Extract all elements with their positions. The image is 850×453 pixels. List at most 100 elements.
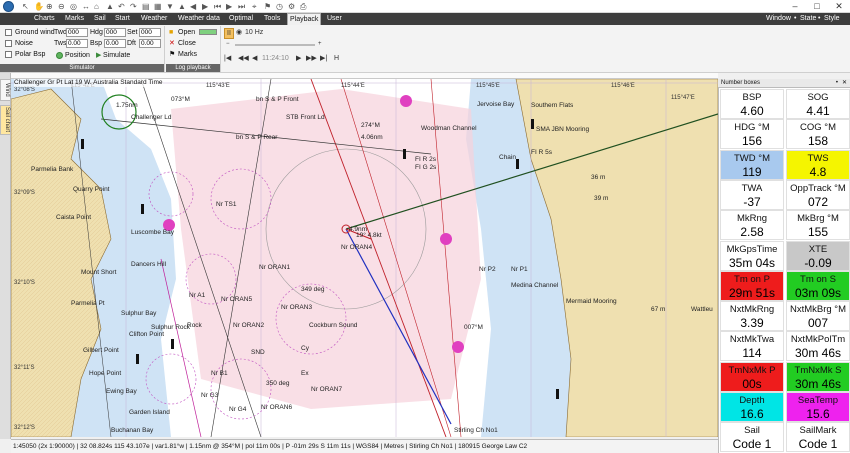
playback-slider[interactable]: [235, 44, 315, 46]
maximize-icon[interactable]: □: [806, 0, 828, 13]
menu-state-dropdown-icon[interactable]: •: [818, 13, 820, 25]
zoom-in-icon[interactable]: ⊕: [46, 1, 53, 12]
menu-weather-data[interactable]: Weather data: [176, 13, 222, 25]
menu-start[interactable]: Start: [113, 13, 132, 25]
panel-pin-icon[interactable]: •: [836, 79, 838, 88]
left-arrow-icon[interactable]: ◀: [190, 1, 196, 12]
open-button[interactable]: Open: [178, 28, 195, 37]
menu-charts[interactable]: Charts: [32, 13, 57, 25]
rate-icon[interactable]: ◉: [236, 28, 242, 37]
fast-forward-icon[interactable]: ▶▶: [306, 54, 317, 63]
flag-icon[interactable]: ⚑: [264, 1, 271, 12]
number-box[interactable]: SailMark Code 1: [786, 422, 850, 453]
mark-icon[interactable]: ▲: [106, 1, 114, 12]
noise-checkbox[interactable]: [5, 40, 12, 47]
up-arrow-icon[interactable]: ▲: [178, 1, 186, 12]
number-box[interactable]: MkBrg °M 155: [786, 210, 850, 241]
rate-value[interactable]: 10 Hz: [245, 28, 263, 37]
menu-optimal[interactable]: Optimal: [227, 13, 255, 25]
first-frame-icon[interactable]: |◀: [224, 54, 231, 63]
number-box[interactable]: TmNxMk S 30m 46s: [786, 361, 850, 392]
sail-chart-tab[interactable]: Sail chart: [0, 105, 11, 135]
number-box[interactable]: Sail Code 1: [720, 422, 784, 453]
number-box[interactable]: MkRng 2.58: [720, 210, 784, 241]
set-input[interactable]: [139, 28, 161, 37]
close-window-icon[interactable]: ✕: [828, 0, 850, 13]
menu-sail[interactable]: Sail: [92, 13, 108, 25]
simulate-label[interactable]: Simulate: [103, 51, 130, 60]
fast-icon[interactable]: +: [318, 40, 322, 49]
route-icon[interactable]: ⌂: [94, 1, 99, 12]
number-box[interactable]: NxtMkRng 3.39: [720, 301, 784, 332]
open-folder-icon[interactable]: ■: [169, 28, 173, 37]
step-back-icon[interactable]: ⏮: [214, 1, 221, 12]
polar-bsp-checkbox[interactable]: [5, 51, 12, 58]
layers-icon[interactable]: ▤: [142, 1, 150, 12]
print-icon[interactable]: ⎙: [300, 1, 306, 12]
number-box[interactable]: MkGpsTime 35m 04s: [720, 240, 784, 271]
ground-wind-checkbox[interactable]: [5, 29, 12, 36]
number-box[interactable]: COG °M 158: [786, 119, 850, 150]
menu-tools[interactable]: Tools: [262, 13, 282, 25]
wind-tab[interactable]: Wind: [0, 79, 11, 101]
step-forward-icon[interactable]: ⏭: [238, 1, 245, 12]
bsp-input[interactable]: [104, 39, 126, 48]
number-box[interactable]: NxtMkTwa 114: [720, 331, 784, 362]
pause-button[interactable]: II: [224, 28, 234, 39]
number-box[interactable]: SOG 4.41: [786, 89, 850, 119]
settings-icon[interactable]: ⚙: [288, 1, 295, 12]
minimize-icon[interactable]: –: [784, 0, 806, 13]
number-box[interactable]: BSP 4.60: [720, 89, 784, 119]
menu-style[interactable]: Style: [824, 13, 840, 25]
center-boat-icon[interactable]: ◎: [70, 1, 77, 12]
number-box[interactable]: TWA -37: [720, 179, 784, 210]
twd-input[interactable]: [66, 28, 88, 37]
slow-icon[interactable]: −: [226, 40, 230, 49]
hand-tool-icon[interactable]: ✋: [34, 1, 44, 12]
redo-icon[interactable]: ↷: [130, 1, 137, 12]
clock-icon[interactable]: ◷: [276, 1, 283, 12]
measure-icon[interactable]: ↔: [82, 1, 90, 12]
hdg-input[interactable]: [104, 28, 126, 37]
undo-icon[interactable]: ↶: [118, 1, 125, 12]
last-frame-icon[interactable]: ▶|: [320, 54, 327, 63]
marks-icon[interactable]: ⚑: [169, 50, 175, 59]
menu-user[interactable]: User: [325, 13, 344, 25]
number-box[interactable]: TWS 4.8: [786, 149, 850, 180]
target-icon[interactable]: ⌖: [252, 1, 257, 12]
right-arrow-icon[interactable]: ▶: [202, 1, 208, 12]
cursor-tool-icon[interactable]: ↖: [22, 1, 29, 12]
number-box[interactable]: Depth 16.6: [720, 392, 784, 422]
down-arrow-icon[interactable]: ▼: [166, 1, 174, 12]
rewind-icon[interactable]: ◀◀: [238, 54, 249, 63]
number-box[interactable]: NxtMkPolTm 30m 46s: [786, 331, 850, 362]
menu-weather[interactable]: Weather: [139, 13, 169, 25]
menu-marks[interactable]: Marks: [63, 13, 86, 25]
number-box[interactable]: Tm on S 03m 09s: [786, 270, 850, 301]
menu-window-dropdown-icon[interactable]: •: [794, 13, 796, 25]
chart-canvas[interactable]: Cockburn Sound Garden Island Mount Short…: [11, 79, 718, 437]
dft-input[interactable]: [139, 39, 161, 48]
grid-icon[interactable]: ▦: [154, 1, 162, 12]
zoom-out-icon[interactable]: ⊖: [58, 1, 65, 12]
simulate-play-icon[interactable]: ▶: [96, 51, 101, 60]
close-x-icon[interactable]: ✕: [169, 39, 175, 48]
forward-icon[interactable]: ▶: [296, 54, 301, 63]
number-box[interactable]: HDG °M 156: [720, 119, 784, 150]
play-icon[interactable]: ▶: [226, 1, 232, 12]
nautical-chart[interactable]: Cockburn Sound Garden Island Mount Short…: [11, 79, 718, 437]
menu-playback[interactable]: Playback: [287, 13, 322, 25]
number-box[interactable]: SeaTemp 15.6: [786, 392, 850, 422]
position-radio[interactable]: [56, 52, 63, 59]
number-box[interactable]: XTE -0.09: [786, 240, 850, 271]
menu-state[interactable]: State: [800, 13, 816, 25]
back-icon[interactable]: ◀: [252, 54, 257, 63]
panel-close-icon[interactable]: ✕: [842, 79, 847, 88]
menu-window[interactable]: Window: [766, 13, 791, 25]
number-box[interactable]: TWD °M 119: [720, 149, 784, 180]
number-box[interactable]: NxtMkBrg °M 007: [786, 301, 850, 332]
number-box[interactable]: Tm on P 29m 51s: [720, 270, 784, 301]
end-marker[interactable]: H: [334, 54, 339, 63]
tws-input[interactable]: [66, 39, 88, 48]
close-button[interactable]: Close: [178, 39, 196, 48]
